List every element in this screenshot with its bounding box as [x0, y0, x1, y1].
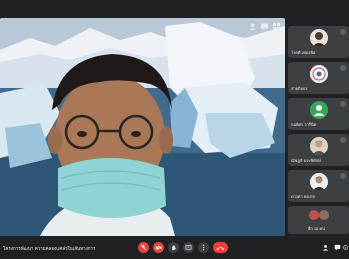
- mic-off-button[interactable]: [138, 242, 149, 253]
- present-button[interactable]: [183, 242, 194, 253]
- hangup-icon: [216, 246, 225, 250]
- participant-strip: โรตตี เฟองฟ้อ สายกิจปร กมลิศร วารีนิต ณั…: [288, 18, 349, 236]
- others-count: อีก 18 คน: [308, 226, 325, 231]
- participant-tile[interactable]: สายกิจปร: [288, 62, 349, 94]
- mic-muted-icon: [340, 29, 346, 35]
- meeting-title: โครงการพัฒนา ความคลองแคล่วในเส้นทางการวิ…: [3, 246, 95, 251]
- participant-name: สายกิจปร: [291, 86, 308, 91]
- more-icon: [202, 244, 205, 251]
- mic-off-icon: [140, 244, 147, 251]
- participant-name: ดวงทา ทองรก: [291, 194, 316, 199]
- others-tile[interactable]: อีก 18 คน: [288, 206, 349, 234]
- more-options-button[interactable]: [198, 242, 209, 253]
- mic-muted-icon: [340, 65, 346, 71]
- chat-icon[interactable]: [260, 22, 269, 31]
- participant-tile[interactable]: ดวงทา ทองรก: [288, 170, 349, 202]
- avatar: [309, 137, 328, 155]
- mic-muted-icon: [340, 101, 346, 107]
- avatar: [309, 65, 328, 83]
- avatar: [309, 173, 328, 191]
- participant-tile[interactable]: ณัชฎธิ ธระพิทักษ์: [288, 134, 349, 166]
- main-speaker-tile[interactable]: [0, 18, 285, 236]
- camera-off-button[interactable]: [153, 242, 164, 253]
- group-avatars-icon: [309, 210, 329, 220]
- camera-off-icon: [155, 244, 162, 251]
- present-icon: [185, 244, 192, 250]
- info-icon[interactable]: [343, 244, 348, 251]
- participant-tile[interactable]: โรตตี เฟองฟ้อ: [288, 26, 349, 58]
- activities-icon[interactable]: [272, 22, 281, 31]
- mic-muted-icon: [340, 137, 346, 143]
- control-bar: โครงการพัฒนา ความคลองแคล่วในเส้นทางการวิ…: [0, 239, 349, 259]
- speaker-video: [0, 18, 285, 236]
- people-icon[interactable]: [322, 244, 329, 251]
- mic-muted-icon: [340, 173, 346, 179]
- participant-tile[interactable]: กมลิศร วารีนิต: [288, 98, 349, 130]
- avatar: [309, 29, 328, 47]
- raise-hand-icon: [172, 245, 177, 251]
- participant-name: โรตตี เฟองฟ้อ: [291, 50, 316, 55]
- hangup-button[interactable]: [213, 242, 228, 253]
- people-icon[interactable]: [248, 22, 257, 31]
- raise-hand-button[interactable]: [168, 242, 179, 253]
- avatar: [309, 101, 328, 119]
- participant-name: กมลิศร วารีนิต: [291, 122, 317, 127]
- chat-icon[interactable]: [334, 244, 341, 251]
- participant-name: ณัชฎธิ ธระพิทักษ์: [291, 158, 321, 163]
